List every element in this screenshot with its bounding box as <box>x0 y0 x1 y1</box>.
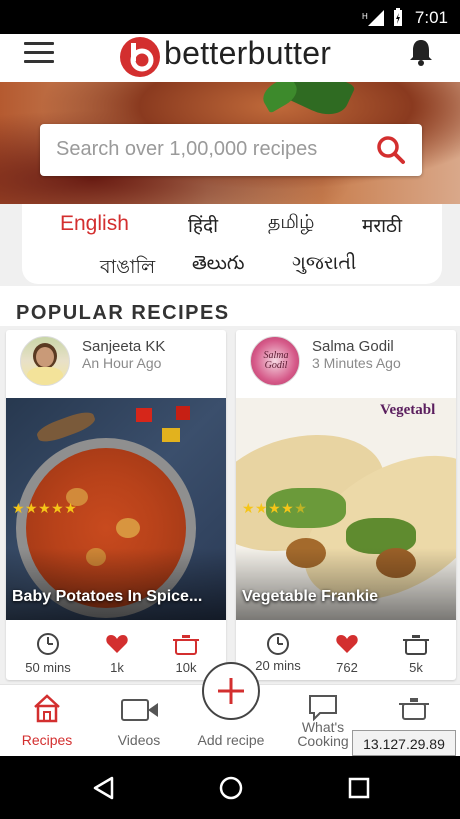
cooked-count: 5k <box>409 660 423 675</box>
video-camera-icon <box>121 699 158 721</box>
lang-gujarati[interactable]: ગુજરાતી <box>292 253 356 275</box>
search-input[interactable]: Search over 1,00,000 recipes <box>56 138 317 161</box>
likes-count: 1k <box>110 660 124 675</box>
author-name[interactable]: Sanjeeta KK <box>82 338 165 355</box>
avatar[interactable] <box>20 336 70 386</box>
lang-english[interactable]: English <box>60 212 129 236</box>
recipe-card[interactable]: Salma Godil Salma Godil 3 Minutes Ago Ve… <box>236 330 456 680</box>
search-bar[interactable]: Search over 1,00,000 recipes <box>40 124 422 176</box>
likes-count: 762 <box>336 660 358 675</box>
lang-bengali[interactable]: বাঙালি <box>100 253 155 285</box>
avatar-text: Salma Godil <box>263 350 289 371</box>
hero-banner: Search over 1,00,000 recipes <box>0 82 460 204</box>
system-navigation-bar <box>0 756 460 819</box>
nav-videos[interactable]: Videos <box>94 685 184 757</box>
status-time: 7:01 <box>414 8 448 27</box>
pot-icon <box>399 698 429 720</box>
clock-icon <box>37 633 59 655</box>
home-icon <box>34 694 60 723</box>
recents-icon[interactable] <box>348 777 370 799</box>
cook-time: 20 mins <box>255 658 301 673</box>
author-name[interactable]: Salma Godil <box>312 338 394 355</box>
menu-icon[interactable] <box>24 42 54 64</box>
lang-tamil[interactable]: தமிழ் <box>268 212 314 236</box>
svg-text:H: H <box>362 12 368 21</box>
recipe-title[interactable]: Vegetable Frankie <box>242 588 378 606</box>
app-header: betterbutter <box>0 34 460 82</box>
cooked-count: 10k <box>175 660 197 675</box>
pot-icon[interactable] <box>172 632 200 656</box>
nav-recipes[interactable]: Recipes <box>2 685 92 757</box>
add-recipe-button[interactable] <box>202 662 260 720</box>
signal-icon: H <box>362 10 384 26</box>
post-time: An Hour Ago <box>82 355 162 371</box>
heart-icon[interactable] <box>335 632 359 654</box>
nav-cooked[interactable] <box>370 685 458 725</box>
nav-label: Recipes <box>21 732 73 748</box>
bell-icon[interactable] <box>408 38 434 66</box>
home-button-icon[interactable] <box>219 776 243 800</box>
section-title: POPULAR RECIPES <box>16 302 230 324</box>
ip-overlay: 13.127.29.89 <box>352 730 456 756</box>
recipe-card[interactable]: Sanjeeta KK An Hour Ago ★★★★★ Baby Potat… <box>6 330 226 680</box>
nav-label: Videos <box>117 732 161 748</box>
language-selector: English हिंदी தமிழ் मराठी বাঙালি తెలుగు … <box>22 204 442 284</box>
nav-label: Add recipe <box>197 732 265 748</box>
chat-icon <box>309 695 337 721</box>
status-bar: H 7:01 <box>0 0 460 34</box>
back-icon[interactable] <box>92 776 116 800</box>
photo-caption: Vegetabl <box>380 402 436 418</box>
heart-icon[interactable] <box>105 632 129 654</box>
pot-icon[interactable] <box>402 632 430 656</box>
search-icon[interactable] <box>376 135 406 165</box>
post-time: 3 Minutes Ago <box>312 355 401 371</box>
cook-time: 50 mins <box>25 660 71 675</box>
battery-icon <box>394 8 402 26</box>
lang-marathi[interactable]: मराठी <box>362 212 402 238</box>
logo-icon <box>120 37 160 77</box>
plus-icon <box>218 678 244 704</box>
lang-telugu[interactable]: తెలుగు <box>192 253 244 279</box>
avatar[interactable]: Salma Godil <box>250 336 300 386</box>
rating-stars: ★★★★★ <box>12 500 78 516</box>
recipe-title[interactable]: Baby Potatoes In Spice... <box>12 588 202 606</box>
clock-icon <box>267 633 289 655</box>
rating-stars: ★★★★★ <box>242 500 308 516</box>
brand-name: betterbutter <box>164 35 332 71</box>
lang-hindi[interactable]: हिंदी <box>188 212 218 238</box>
